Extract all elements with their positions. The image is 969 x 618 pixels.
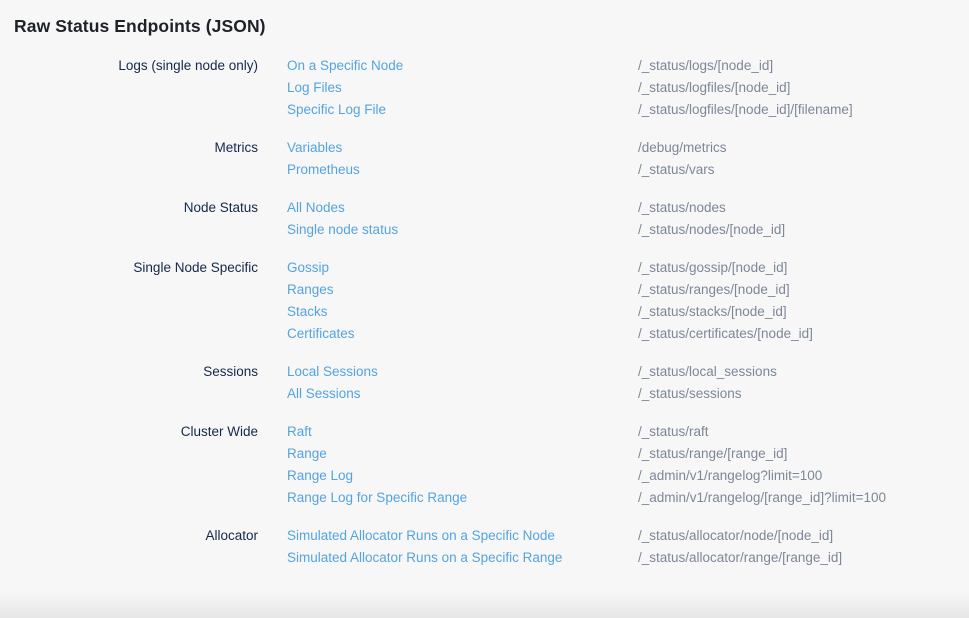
endpoint-path: /_status/logfiles/[node_id]/[filename] [638,99,969,121]
endpoint-path: /_status/vars [638,159,969,181]
endpoint-link[interactable]: Variables [287,140,342,155]
endpoint-path: /_status/nodes [638,197,969,219]
endpoint-link-row: On a Specific Node [287,55,638,77]
links-column: Raft Range Range Log Range Log for Specific… [287,421,638,509]
endpoint-link-row: Certificates [287,323,638,345]
endpoint-link[interactable]: Log Files [287,80,342,95]
endpoint-link[interactable]: Raft [287,424,312,439]
category-label: Node Status [0,197,258,219]
category-label: Single Node Specific [0,257,258,279]
endpoint-link-row: Range [287,443,638,465]
category-label: Logs (single node only) [0,55,258,77]
endpoint-link[interactable]: Simulated Allocator Runs on a Specific N… [287,528,555,543]
endpoints-column: /debug/metrics/_status/vars [638,137,969,181]
endpoint-link-row: Ranges [287,279,638,301]
endpoints-column: /_status/nodes/_status/nodes/[node_id] [638,197,969,241]
endpoint-link-row: Gossip [287,257,638,279]
endpoint-path: /_status/ranges/[node_id] [638,279,969,301]
endpoint-path: /_status/logs/[node_id] [638,55,969,77]
endpoint-group: Metrics Variables Prometheus/debug/metrics… [0,137,969,181]
endpoint-link-row: Raft [287,421,638,443]
endpoint-path: /_admin/v1/rangelog?limit=100 [638,465,969,487]
links-column: Gossip Ranges Stacks Certificates [287,257,638,345]
endpoints-column: /_status/gossip/[node_id]/_status/ranges… [638,257,969,345]
endpoints-column: /_status/allocator/node/[node_id]/_statu… [638,525,969,569]
endpoint-link[interactable]: Single node status [287,222,398,237]
endpoint-link[interactable]: Range [287,446,327,461]
endpoint-link-row: Local Sessions [287,361,638,383]
endpoint-link[interactable]: Stacks [287,304,328,319]
endpoint-table: Logs (single node only) On a Specific Nod… [0,55,969,569]
endpoint-link[interactable]: Certificates [287,326,355,341]
endpoint-path: /_status/gossip/[node_id] [638,257,969,279]
links-column: Variables Prometheus [287,137,638,181]
endpoint-link[interactable]: Prometheus [287,162,360,177]
endpoint-path: /_status/sessions [638,383,969,405]
endpoint-link[interactable]: Ranges [287,282,334,297]
endpoint-link[interactable]: Local Sessions [287,364,378,379]
endpoint-path: /_status/allocator/range/[range_id] [638,547,969,569]
links-column: All Nodes Single node status [287,197,638,241]
category-label: Metrics [0,137,258,159]
endpoint-group: Cluster Wide Raft Range Range Log Range Log … [0,421,969,509]
links-column: On a Specific Node Log Files Specific Log … [287,55,638,121]
endpoint-link-row: Simulated Allocator Runs on a Specific N… [287,525,638,547]
endpoint-group: Node Status All Nodes Single node status /_… [0,197,969,241]
endpoint-link-row: Simulated Allocator Runs on a Specific R… [287,547,638,569]
footer-strip [0,592,969,618]
endpoints-column: /_status/raft/_status/range/[range_id]/_… [638,421,969,509]
endpoint-path: /_status/certificates/[node_id] [638,323,969,345]
endpoint-path: /_status/raft [638,421,969,443]
links-column: Simulated Allocator Runs on a Specific N… [287,525,638,569]
endpoint-link-row: Stacks [287,301,638,323]
endpoint-path: /_admin/v1/rangelog/[range_id]?limit=100 [638,487,969,509]
endpoint-link[interactable]: Range Log [287,468,353,483]
endpoint-link-row: Variables [287,137,638,159]
endpoint-link[interactable]: All Nodes [287,200,345,215]
endpoint-path: /_status/nodes/[node_id] [638,219,969,241]
endpoint-link-row: Range Log [287,465,638,487]
endpoint-path: /_status/allocator/node/[node_id] [638,525,969,547]
endpoint-path: /_status/stacks/[node_id] [638,301,969,323]
endpoint-link[interactable]: Gossip [287,260,329,275]
endpoint-link[interactable]: Simulated Allocator Runs on a Specific R… [287,550,562,565]
endpoint-path: /_status/logfiles/[node_id] [638,77,969,99]
links-column: Local Sessions All Sessions [287,361,638,405]
endpoint-group: Logs (single node only) On a Specific Nod… [0,55,969,121]
endpoints-column: /_status/logs/[node_id]/_status/logfiles… [638,55,969,121]
category-label: Cluster Wide [0,421,258,443]
endpoint-link[interactable]: All Sessions [287,386,361,401]
category-label: Allocator [0,525,258,547]
endpoint-link-row: Log Files [287,77,638,99]
category-label: Sessions [0,361,258,383]
endpoints-column: /_status/local_sessions/_status/sessions [638,361,969,405]
endpoint-link-row: Range Log for Specific Range [287,487,638,509]
endpoint-path: /_status/local_sessions [638,361,969,383]
endpoint-group: Allocator Simulated Allocator Runs on a S… [0,525,969,569]
endpoint-path: /_status/range/[range_id] [638,443,969,465]
endpoint-path: /debug/metrics [638,137,969,159]
endpoint-link[interactable]: On a Specific Node [287,58,403,73]
endpoint-link-row: All Sessions [287,383,638,405]
endpoint-link-row: Prometheus [287,159,638,181]
endpoint-group: Single Node Specific Gossip Ranges Stacks Ce… [0,257,969,345]
endpoint-link[interactable]: Range Log for Specific Range [287,490,467,505]
endpoint-group: Sessions Local Sessions All Sessions /_stat… [0,361,969,405]
endpoint-link[interactable]: Specific Log File [287,102,386,117]
page-title: Raw Status Endpoints (JSON) [14,15,969,37]
endpoint-link-row: All Nodes [287,197,638,219]
endpoint-link-row: Single node status [287,219,638,241]
endpoint-link-row: Specific Log File [287,99,638,121]
